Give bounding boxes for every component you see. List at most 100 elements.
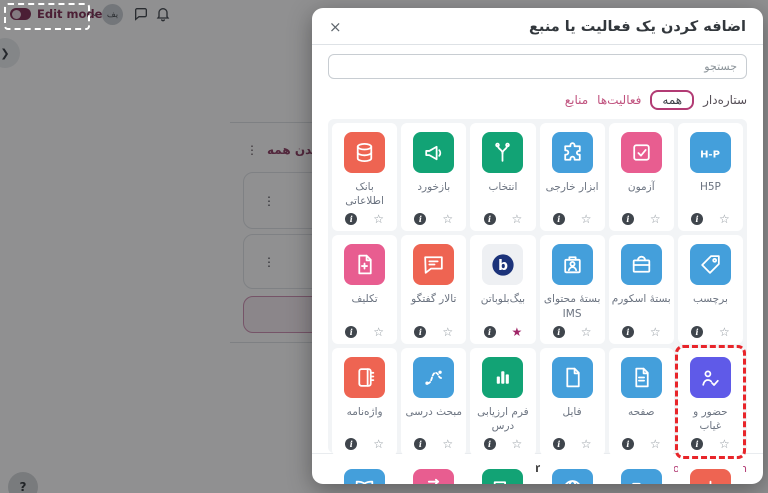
activity-card-page[interactable]: صفحه i ☆: [609, 348, 674, 456]
activity-card-bigbluebutton[interactable]: bبیگ‌بلوباتنi★: [470, 235, 535, 343]
star-outline-icon[interactable]: ☆: [650, 213, 661, 225]
activity-label: صفحه: [627, 405, 656, 419]
star-outline-icon[interactable]: ☆: [719, 326, 730, 338]
info-icon[interactable]: i: [622, 326, 634, 338]
activity-card-external-tool[interactable]: ابزار خارجیi☆: [540, 123, 605, 231]
star-outline-icon[interactable]: ☆: [373, 213, 384, 225]
star-outline-icon[interactable]: ☆: [442, 213, 453, 225]
url-icon: [552, 469, 593, 484]
chat-icon: [482, 469, 523, 484]
card-actions: i☆: [414, 321, 453, 338]
activity-card-quiz[interactable]: آزمونi☆: [609, 123, 674, 231]
star-outline-icon[interactable]: ☆: [512, 213, 523, 225]
tab-3[interactable]: منابع: [565, 93, 588, 107]
activity-card-folder[interactable]: پوشهi☆: [609, 460, 674, 484]
card-actions: i☆: [345, 433, 384, 450]
file-icon: [552, 357, 593, 398]
activity-card-file[interactable]: فایلi☆: [540, 348, 605, 456]
activity-label: بازخورد: [416, 180, 451, 194]
star-outline-icon[interactable]: ☆: [719, 213, 730, 225]
card-actions: i★: [484, 321, 523, 338]
activity-card-glossary[interactable]: واژه‌نامهi☆: [332, 348, 397, 456]
activity-card-survey[interactable]: فرم ارزیابی درسi☆: [470, 348, 535, 456]
star-outline-icon[interactable]: ☆: [650, 438, 661, 450]
activity-label: انتخاب: [488, 180, 519, 194]
activity-card-h5p[interactable]: H-PH5Pi☆: [678, 123, 743, 231]
search-input[interactable]: [328, 54, 747, 79]
info-icon[interactable]: i: [345, 213, 357, 225]
star-outline-icon[interactable]: ☆: [581, 438, 592, 450]
wiki-icon: [690, 469, 731, 484]
card-actions: i☆: [553, 433, 592, 450]
info-icon[interactable]: i: [691, 438, 703, 450]
activity-label: برچسب: [692, 292, 729, 306]
activity-card-assignment[interactable]: تکلیفi☆: [332, 235, 397, 343]
tab-0[interactable]: ستاره‌دار: [703, 93, 747, 107]
dialog-title: اضافه کردن یک فعالیت یا منبع: [529, 19, 746, 35]
activity-card-book[interactable]: کتابi☆: [332, 460, 397, 484]
star-outline-icon[interactable]: ☆: [442, 438, 453, 450]
svg-text:H-P: H-P: [700, 149, 720, 160]
activity-card-attendance[interactable]: حضور و غیابi☆: [678, 348, 743, 456]
glossary-icon: [344, 357, 385, 398]
star-outline-icon[interactable]: ☆: [373, 438, 384, 450]
info-icon[interactable]: i: [622, 438, 634, 450]
tab-1[interactable]: همه: [650, 90, 694, 110]
activity-card-url[interactable]: پیوندi☆: [540, 460, 605, 484]
info-icon[interactable]: i: [414, 326, 426, 338]
page-icon: [621, 357, 662, 398]
folder-icon: [621, 469, 662, 484]
activity-label: تالار گفتگو: [410, 292, 457, 306]
forum-icon: [413, 244, 454, 285]
activity-card-wiki[interactable]: ویکیi☆: [678, 460, 743, 484]
attendance-icon: [690, 357, 731, 398]
activity-card-feedback[interactable]: بازخورد i ☆: [401, 123, 466, 231]
edit-mode-annotation-box: [4, 3, 90, 30]
card-actions: i☆: [691, 208, 730, 225]
info-icon[interactable]: i: [553, 326, 565, 338]
activity-label: بیگ‌بلوباتن: [480, 292, 526, 306]
info-icon[interactable]: i: [484, 213, 496, 225]
star-outline-icon[interactable]: ☆: [719, 438, 730, 450]
activity-card-database[interactable]: بانک اطلاعاتیi☆: [332, 123, 397, 231]
info-icon[interactable]: i: [622, 213, 634, 225]
star-filled-icon[interactable]: ★: [512, 326, 523, 338]
chooser-tabs: ستاره‌دار همه فعالیت‌ها منابع: [328, 88, 747, 112]
star-outline-icon[interactable]: ☆: [442, 326, 453, 338]
info-icon[interactable]: i: [484, 326, 496, 338]
bigbluebutton-icon: b: [482, 244, 523, 285]
activity-card-tag[interactable]: برچسب i ☆: [678, 235, 743, 343]
star-outline-icon[interactable]: ☆: [581, 326, 592, 338]
lesson-icon: [413, 357, 454, 398]
activity-card-choice[interactable]: انتخاب i ☆: [470, 123, 535, 231]
dialog-header: اضافه کردن یک فعالیت یا منبع ×: [312, 8, 763, 45]
svg-text:b: b: [498, 258, 508, 274]
card-actions: i☆: [622, 208, 661, 225]
info-icon[interactable]: i: [553, 438, 565, 450]
star-outline-icon[interactable]: ☆: [581, 213, 592, 225]
tab-2[interactable]: فعالیت‌ها: [597, 93, 641, 107]
activity-card-workshop[interactable]: کارگاهi☆: [401, 460, 466, 484]
activity-label: آزمون: [627, 180, 656, 194]
h5p-icon: H-P: [690, 132, 731, 173]
info-icon[interactable]: i: [484, 438, 496, 450]
close-icon[interactable]: ×: [329, 20, 342, 35]
info-icon[interactable]: i: [345, 438, 357, 450]
info-icon[interactable]: i: [691, 326, 703, 338]
star-outline-icon[interactable]: ☆: [373, 326, 384, 338]
activity-card-lesson[interactable]: مبحث درسیi☆: [401, 348, 466, 456]
info-icon[interactable]: i: [345, 326, 357, 338]
star-outline-icon[interactable]: ☆: [512, 438, 523, 450]
activity-card-ims[interactable]: بستهٔ محتوای IMSi☆: [540, 235, 605, 343]
activity-card-forum[interactable]: تالار گفتگوi☆: [401, 235, 466, 343]
activity-chooser-dialog: اضافه کردن یک فعالیت یا منبع × ستاره‌دار…: [312, 8, 763, 484]
activity-card-chat[interactable]: چت متنیi☆: [470, 460, 535, 484]
activity-card-scorm[interactable]: بستهٔ اسکورمi☆: [609, 235, 674, 343]
star-outline-icon[interactable]: ☆: [650, 326, 661, 338]
info-icon[interactable]: i: [414, 438, 426, 450]
card-actions: i☆: [345, 321, 384, 338]
info-icon[interactable]: i: [553, 213, 565, 225]
survey-icon: [482, 357, 523, 398]
info-icon[interactable]: i: [691, 213, 703, 225]
info-icon[interactable]: i: [414, 213, 426, 225]
